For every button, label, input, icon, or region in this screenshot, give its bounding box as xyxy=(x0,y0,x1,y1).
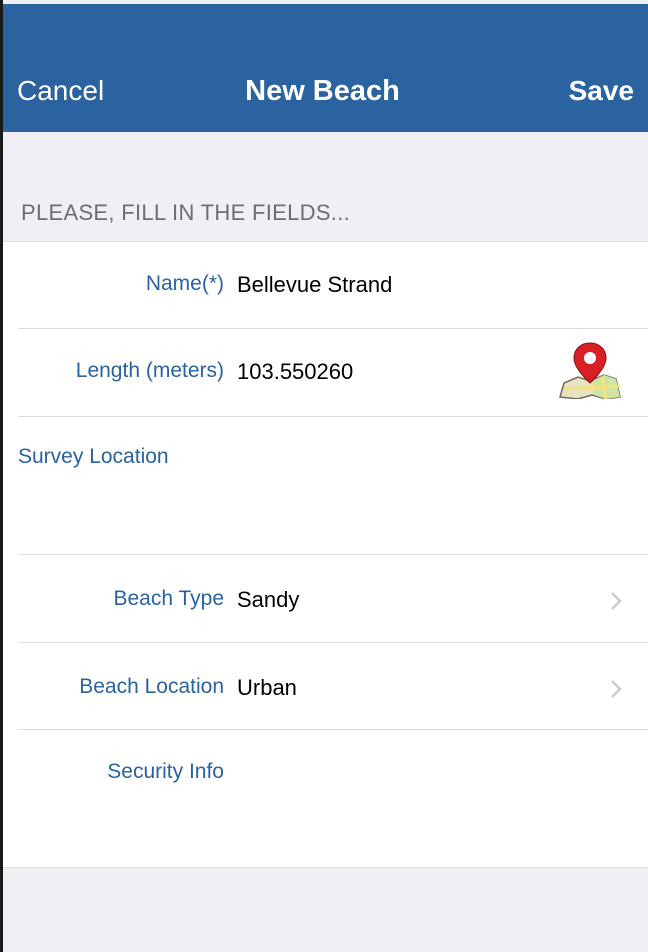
chevron-right-icon xyxy=(611,592,622,610)
screen: Cancel New Beach Save PLEASE, FILL IN TH… xyxy=(0,0,648,952)
security-info-label: Security Info xyxy=(107,760,224,783)
beach-location-label: Beach Location xyxy=(79,675,224,698)
name-field[interactable]: Bellevue Strand xyxy=(237,272,392,298)
beach-location-row[interactable]: Beach Location Urban xyxy=(3,643,648,729)
save-button[interactable]: Save xyxy=(569,75,634,107)
form-table: Name(*) Bellevue Strand Length (meters) … xyxy=(3,241,648,868)
beach-type-value: Sandy xyxy=(237,587,300,612)
page-title: New Beach xyxy=(245,75,400,107)
beach-type-row[interactable]: Beach Type Sandy xyxy=(3,555,648,642)
beach-type-label: Beach Type xyxy=(113,587,224,610)
navigation-bar: Cancel New Beach Save xyxy=(3,4,648,132)
survey-location-row[interactable]: Survey Location xyxy=(3,417,648,554)
length-row[interactable]: Length (meters) 103.550260 xyxy=(3,329,648,416)
survey-location-label: Survey Location xyxy=(18,445,169,468)
section-header: PLEASE, FILL IN THE FIELDS... xyxy=(21,200,351,225)
map-pin-icon[interactable] xyxy=(558,339,622,399)
length-label: Length (meters) xyxy=(75,359,224,382)
chevron-right-icon xyxy=(611,680,622,698)
security-info-row[interactable]: Security Info xyxy=(3,730,648,867)
beach-location-value: Urban xyxy=(237,675,297,700)
name-label: Name(*) xyxy=(145,272,224,295)
name-row[interactable]: Name(*) Bellevue Strand xyxy=(3,242,648,328)
length-field[interactable]: 103.550260 xyxy=(237,359,353,385)
